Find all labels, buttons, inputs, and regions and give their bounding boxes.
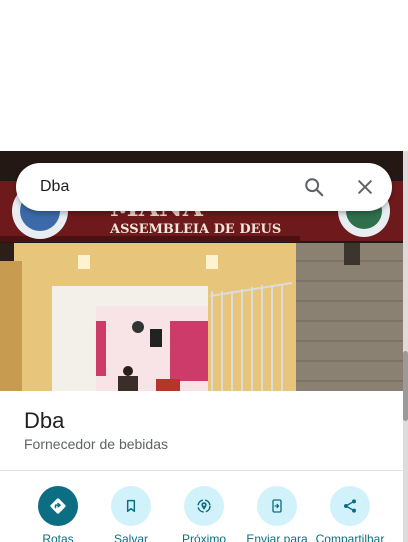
close-icon[interactable]: [353, 175, 377, 199]
directions-icon[interactable]: [38, 486, 78, 526]
nearby-icon[interactable]: [184, 486, 224, 526]
place-info: Dba Fornecedor de bebidas Rotas Salvar P…: [0, 391, 403, 542]
place-category: Fornecedor de bebidas: [24, 436, 168, 452]
search-bar: [16, 163, 392, 211]
search-input[interactable]: [40, 178, 270, 196]
place-name: Dba: [24, 408, 65, 433]
share-button[interactable]: Compartilhar: [310, 486, 390, 542]
send-to-phone-icon[interactable]: [257, 486, 297, 526]
share-label: Compartilhar: [315, 532, 385, 542]
scrollbar-thumb[interactable]: [403, 351, 408, 421]
nearby-label: Próximo: [181, 532, 226, 542]
maps-place-panel: MANA ASSEMBLEIA DE DEUS: [0, 0, 408, 542]
nearby-button[interactable]: Próximo: [164, 486, 244, 542]
divider: [0, 470, 403, 471]
search-icon[interactable]: [302, 175, 326, 199]
sign-text: ASSEMBLEIA DE DEUS: [109, 222, 281, 237]
scrollbar[interactable]: [403, 151, 408, 542]
save-label: Salvar: [113, 532, 148, 542]
bookmark-icon[interactable]: [111, 486, 151, 526]
directions-button[interactable]: Rotas: [18, 486, 98, 542]
save-button[interactable]: Salvar: [91, 486, 171, 542]
directions-label: Rotas: [42, 532, 74, 542]
send-to-phone-button[interactable]: Enviar para: [237, 486, 317, 542]
send-to-phone-label: Enviar para: [246, 532, 308, 542]
share-icon[interactable]: [330, 486, 370, 526]
action-bar: Rotas Salvar Próximo Enviar para Compart…: [0, 486, 403, 542]
